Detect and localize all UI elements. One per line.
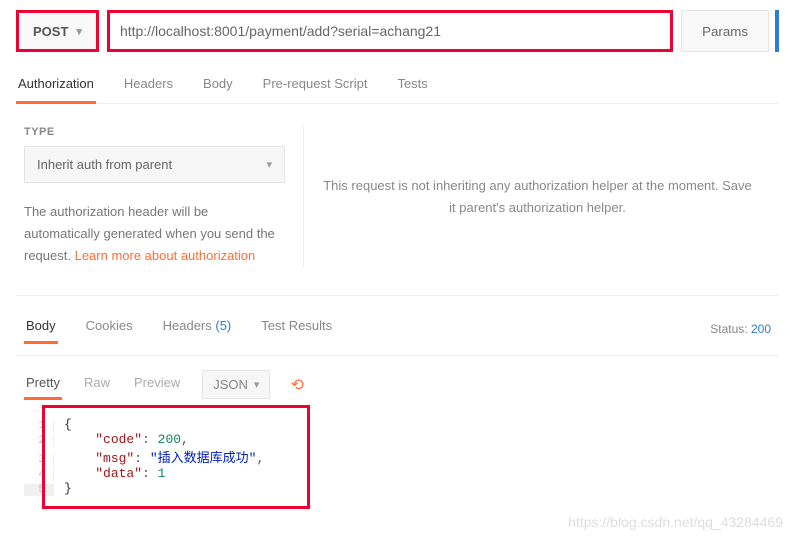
line-number: 2: [24, 435, 54, 447]
resp-tab-cookies[interactable]: Cookies: [84, 314, 135, 343]
tab-headers[interactable]: Headers: [122, 70, 175, 103]
resp-headers-label: Headers: [163, 318, 212, 333]
auth-message: This request is not inheriting any autho…: [304, 126, 771, 267]
line-number: 4: [24, 469, 54, 481]
view-mode-row: Pretty Raw Preview JSON ▾ ⟲: [16, 356, 779, 409]
watermark: https://blog.csdn.net/qq_43284469: [0, 510, 795, 536]
auth-type-label: TYPE: [24, 126, 285, 138]
view-raw[interactable]: Raw: [82, 371, 112, 398]
response-tabs: Body Cookies Headers (5) Test Results St…: [16, 296, 779, 356]
json-value: 200: [158, 432, 181, 447]
json-body[interactable]: 1{ 2 "code": 200, 3 "msg": "插入数据库成功", 4 …: [24, 411, 779, 510]
chevron-down-icon: ▾: [254, 378, 260, 391]
request-tabs: Authorization Headers Body Pre-request S…: [16, 70, 779, 104]
resp-tab-body[interactable]: Body: [24, 314, 58, 343]
http-method-label: POST: [33, 24, 68, 39]
url-input-wrap: [107, 10, 673, 52]
tab-tests[interactable]: Tests: [395, 70, 429, 103]
tab-authorization[interactable]: Authorization: [16, 70, 96, 103]
json-key: "code": [95, 432, 142, 447]
resp-tab-headers[interactable]: Headers (5): [161, 314, 234, 343]
auth-learn-more-link[interactable]: Learn more about authorization: [75, 248, 256, 263]
resp-tab-test-results[interactable]: Test Results: [259, 314, 334, 343]
status-wrap: Status: 200: [710, 322, 771, 336]
json-key: "data": [95, 466, 142, 481]
tab-prerequest[interactable]: Pre-request Script: [261, 70, 370, 103]
url-input[interactable]: [120, 13, 660, 49]
send-button-edge[interactable]: [775, 10, 779, 52]
params-button[interactable]: Params: [681, 10, 769, 52]
status-code: 200: [751, 322, 771, 336]
http-method-select[interactable]: POST ▾: [16, 10, 99, 52]
auth-left: TYPE Inherit auth from parent ▾ The auth…: [24, 126, 304, 267]
json-key: "msg": [95, 451, 134, 466]
auth-description: The authorization header will be automat…: [24, 201, 285, 267]
request-bar: POST ▾ Params: [16, 10, 779, 52]
auth-type-value: Inherit auth from parent: [37, 157, 172, 172]
auth-type-select[interactable]: Inherit auth from parent ▾: [24, 146, 285, 183]
view-pretty[interactable]: Pretty: [24, 371, 62, 398]
response-body-area: 1{ 2 "code": 200, 3 "msg": "插入数据库成功", 4 …: [24, 411, 779, 510]
auth-panel: TYPE Inherit auth from parent ▾ The auth…: [16, 104, 779, 296]
status-label: Status:: [710, 322, 747, 336]
tab-body[interactable]: Body: [201, 70, 235, 103]
format-select[interactable]: JSON ▾: [202, 370, 270, 399]
json-value: 1: [158, 466, 166, 481]
line-number: 3: [24, 454, 54, 466]
line-number: 5: [24, 484, 54, 496]
view-preview[interactable]: Preview: [132, 371, 182, 398]
wrap-lines-icon[interactable]: ⟲: [290, 375, 303, 395]
format-label: JSON: [213, 377, 248, 392]
line-number: 1: [24, 420, 54, 432]
chevron-down-icon: ▾: [76, 25, 82, 38]
json-value: "插入数据库成功": [150, 451, 257, 466]
resp-headers-count: (5): [215, 318, 231, 333]
chevron-down-icon: ▾: [266, 158, 272, 171]
